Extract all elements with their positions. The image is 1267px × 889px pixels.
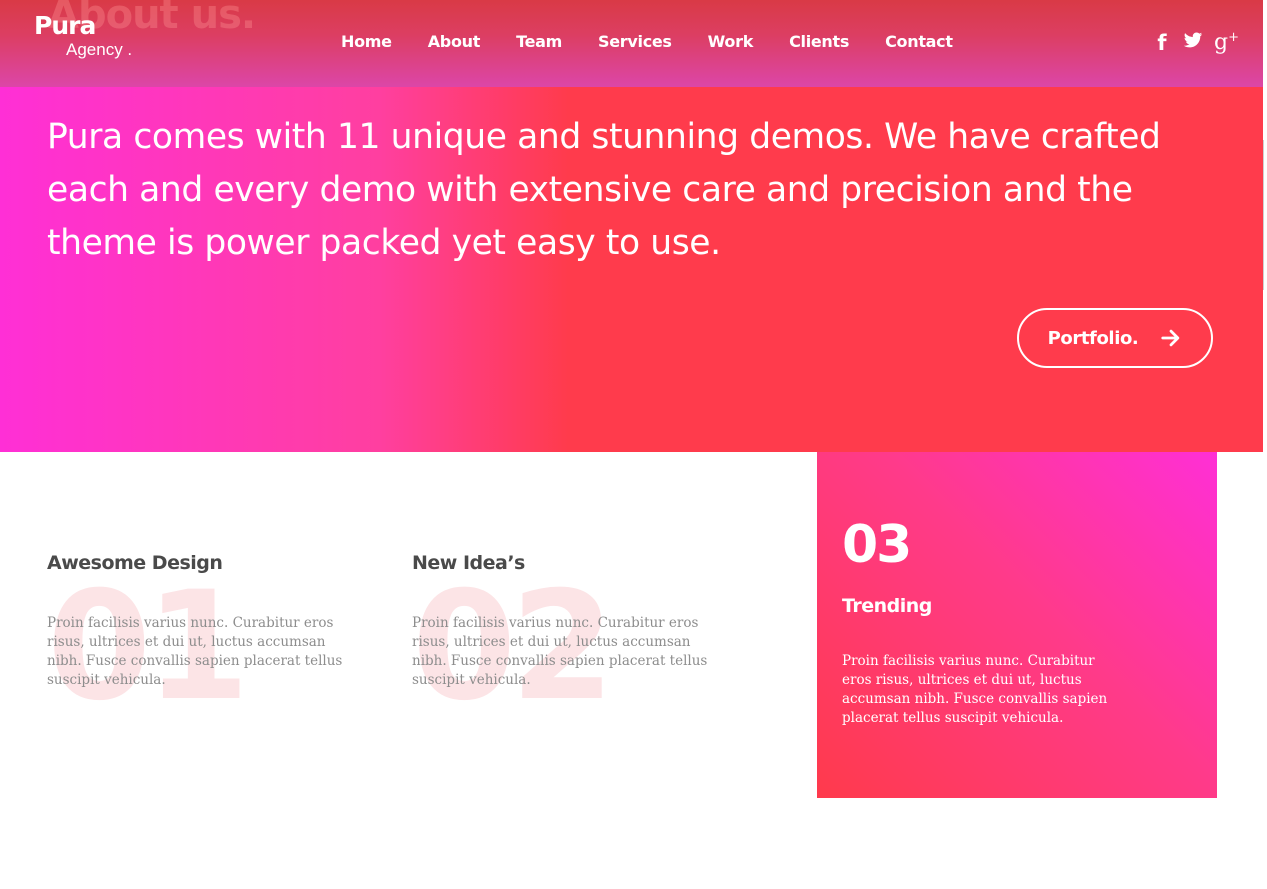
arrow-right-icon	[1161, 329, 1180, 347]
facebook-icon[interactable]: f	[1150, 31, 1174, 55]
google-plus-sup: +	[1228, 30, 1239, 45]
feature-item: 02 New Idea’s Proin facilisis varius nun…	[412, 552, 722, 722]
logo-name: Pura	[34, 11, 96, 40]
hero-section: About us. Pura Agency . Home About Team …	[0, 0, 1263, 452]
feature-text: Proin facilisis varius nunc. Curabitur e…	[842, 653, 1108, 726]
feature-number: 03	[842, 515, 912, 575]
feature-text: Proin facilisis varius nunc. Curabitur e…	[47, 615, 343, 688]
social-links: f g+	[1150, 30, 1239, 55]
nav-home[interactable]: Home	[341, 32, 392, 52]
nav-team[interactable]: Team	[516, 32, 562, 52]
feature-title: Trending	[842, 595, 932, 617]
nav-services[interactable]: Services	[598, 32, 672, 52]
scrollbar-edge[interactable]	[1263, 140, 1267, 290]
feature-title: Awesome Design	[47, 552, 223, 574]
nav-about[interactable]: About	[428, 32, 481, 52]
feature-text: Proin facilisis varius nunc. Curabitur e…	[412, 615, 708, 688]
feature-item: 01 Awesome Design Proin facilisis varius…	[47, 552, 357, 722]
main-nav: Home About Team Services Work Clients Co…	[341, 32, 989, 52]
logo-subtitle: Agency .	[66, 40, 133, 59]
portfolio-button-label: Portfolio.	[1047, 327, 1139, 349]
twitter-icon[interactable]	[1182, 30, 1206, 55]
nav-clients[interactable]: Clients	[789, 32, 849, 52]
nav-contact[interactable]: Contact	[885, 32, 953, 52]
hero-lead-text: Pura comes with 11 unique and stunning d…	[47, 117, 1161, 263]
portfolio-button[interactable]: Portfolio.	[1017, 308, 1213, 368]
nav-work[interactable]: Work	[708, 32, 754, 52]
feature-card-highlighted: 03 Trending Proin facilisis varius nunc.…	[817, 452, 1217, 798]
google-plus-letter: g	[1214, 30, 1229, 56]
logo[interactable]: Pura Agency .	[34, 11, 132, 60]
google-plus-icon[interactable]: g+	[1214, 30, 1239, 55]
feature-title: New Idea’s	[412, 552, 525, 574]
site-header: About us. Pura Agency . Home About Team …	[0, 0, 1263, 87]
